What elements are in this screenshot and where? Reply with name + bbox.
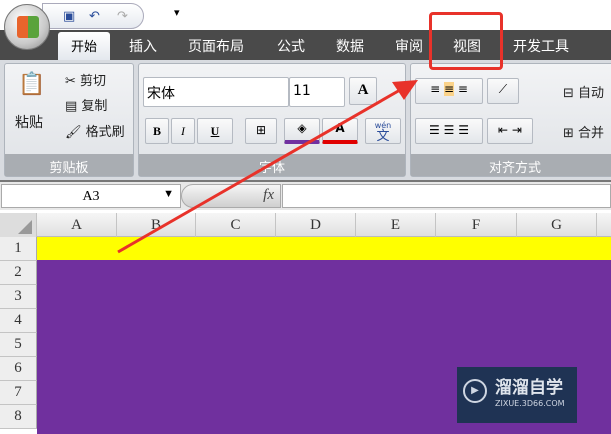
- arrow-head: [392, 80, 418, 100]
- red-arrow-annotation: [117, 80, 418, 254]
- arrow-shaft: [117, 88, 401, 254]
